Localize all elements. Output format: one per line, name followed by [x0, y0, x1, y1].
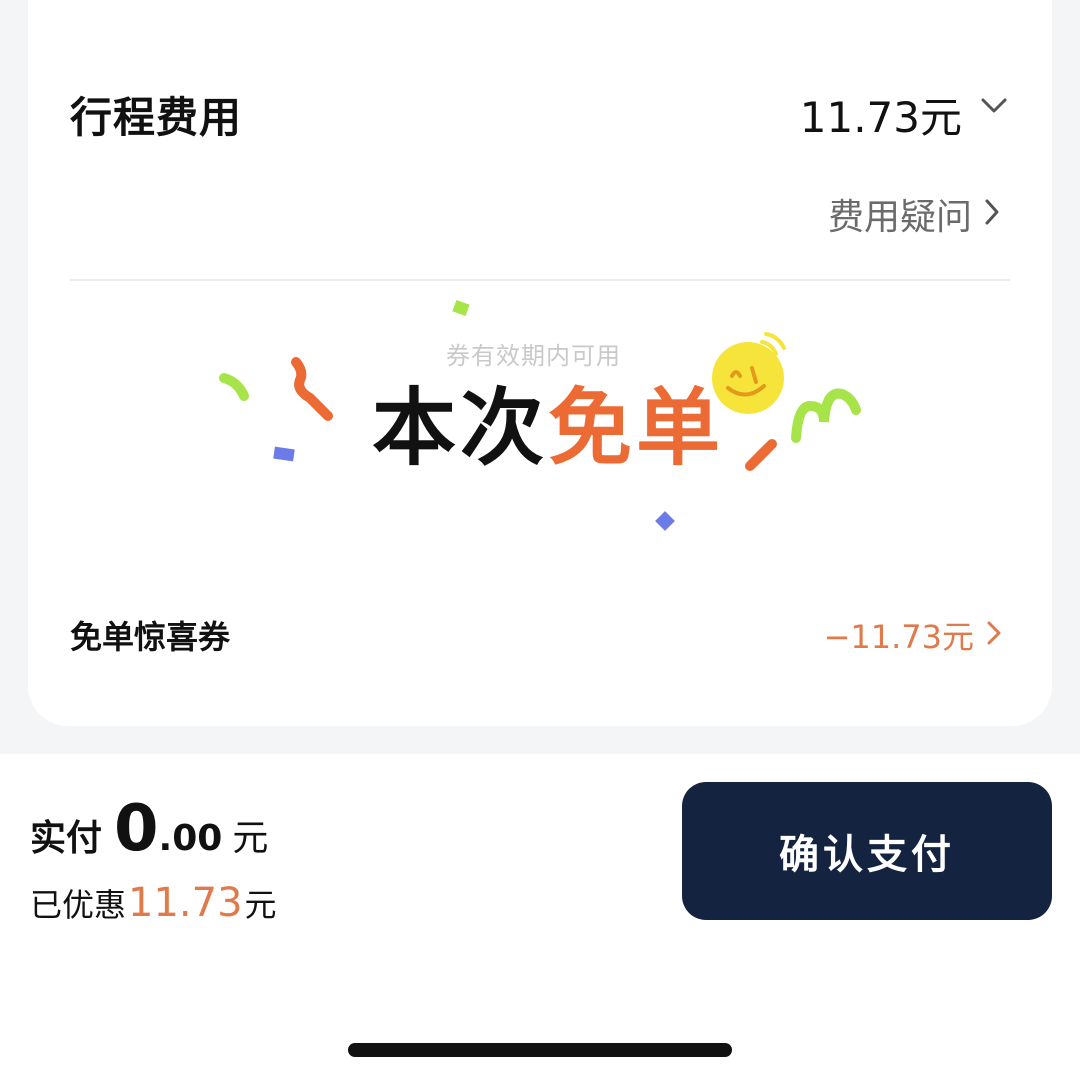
chevron-down-icon[interactable]: [980, 96, 1008, 116]
trip-fee-title: 行程费用: [70, 93, 243, 142]
paid-amount: 实付 0 .00 元: [30, 792, 268, 866]
free-ride-text-black: 本次: [372, 379, 549, 477]
discount-amount: 已优惠 11.73 元: [30, 880, 277, 926]
confirm-pay-button[interactable]: 确认支付: [682, 782, 1052, 920]
chevron-right-icon[interactable]: [984, 198, 1000, 226]
paid-label: 实付: [30, 818, 103, 859]
coupon-validity-hint: 券有效期内可用: [446, 342, 621, 370]
divider: [70, 279, 1010, 281]
chevron-right-icon[interactable]: [986, 620, 1002, 646]
fee-question-link[interactable]: 费用疑问: [828, 188, 972, 240]
free-ride-text-orange: 免单: [548, 379, 725, 477]
free-ride-banner: 本次免单: [372, 378, 724, 478]
discount-unit: 元: [244, 886, 277, 924]
home-indicator[interactable]: [348, 1043, 732, 1057]
discount-label: 已优惠: [30, 886, 127, 924]
coupon-name[interactable]: 免单惊喜券: [70, 612, 230, 658]
discount-value: 11.73: [128, 880, 243, 926]
coupon-amount[interactable]: −11.73元: [824, 612, 974, 658]
paid-decimal: .00: [158, 818, 223, 859]
paid-integer: 0: [114, 792, 159, 866]
paid-unit: 元: [232, 818, 269, 859]
trip-fee-amount[interactable]: 11.73元: [800, 84, 962, 145]
